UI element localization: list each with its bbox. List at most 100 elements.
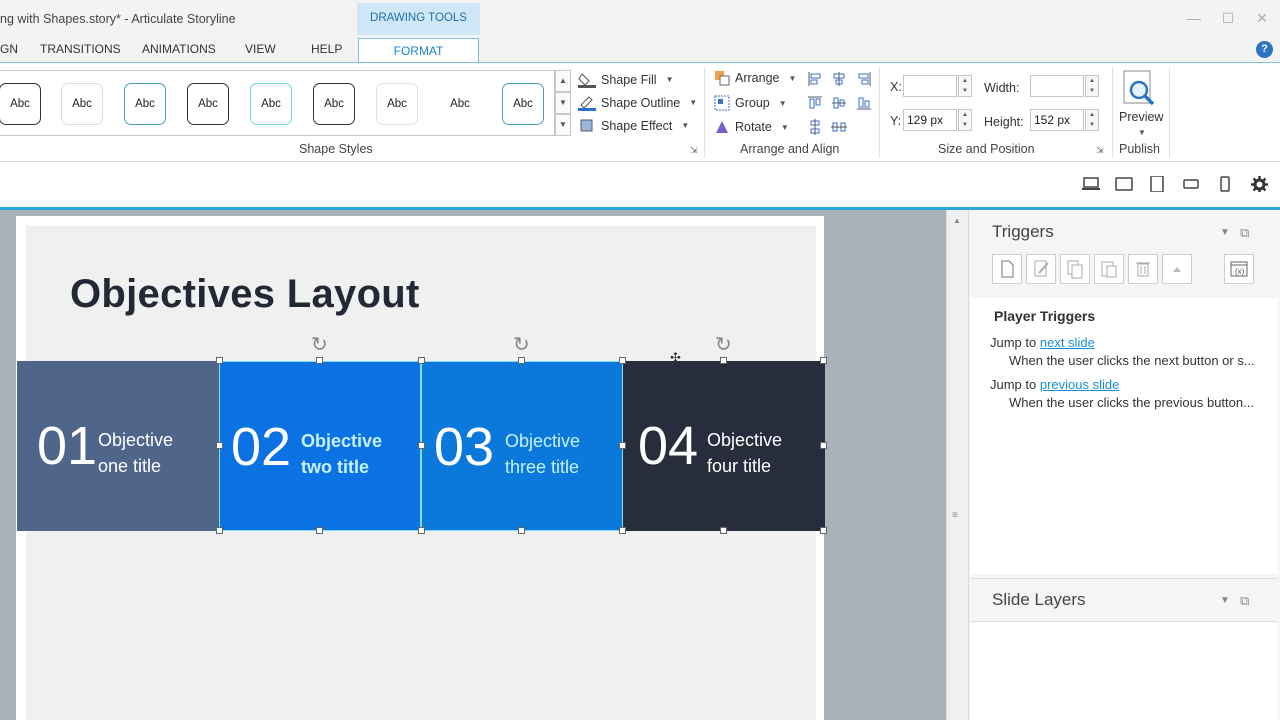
shape-style-swatch[interactable]: Abc (61, 83, 103, 125)
shape-style-swatch[interactable]: Abc (376, 83, 418, 125)
distribute-vertical-icon[interactable] (807, 119, 823, 135)
splitter-grip-icon[interactable]: ≡ (952, 510, 958, 521)
preview-magnifier-icon[interactable] (1122, 69, 1160, 109)
copy-trigger-button[interactable] (1060, 254, 1090, 284)
distribute-horizontal-icon[interactable] (831, 119, 847, 135)
tab-format[interactable]: FORMAT (358, 38, 479, 63)
gear-icon[interactable] (1251, 176, 1268, 192)
next-slide-link[interactable]: next slide (1040, 335, 1095, 350)
resize-handle[interactable] (619, 442, 626, 449)
close-button[interactable]: ✕ (1252, 10, 1272, 27)
help-icon[interactable]: ? (1256, 41, 1273, 58)
tab-design[interactable]: GN (0, 42, 18, 56)
resize-handle[interactable] (418, 357, 425, 364)
resize-handle[interactable] (518, 527, 525, 534)
objective-box-1[interactable]: 01 Objective one title (17, 361, 219, 531)
height-input[interactable]: 152 px (1030, 109, 1084, 131)
x-position-spinner[interactable]: ▲ ▼ (958, 75, 972, 97)
resize-handle[interactable] (216, 527, 223, 534)
shape-effect-button[interactable]: Shape Effect ▼ (578, 117, 689, 134)
align-top-icon[interactable] (807, 95, 823, 111)
resize-handle[interactable] (820, 442, 827, 449)
layers-collapse-icon[interactable]: ▼ (1220, 595, 1230, 606)
resize-handle[interactable] (619, 357, 626, 364)
height-spinner[interactable]: ▲ ▼ (1085, 109, 1099, 131)
width-spinner[interactable]: ▲ ▼ (1085, 75, 1099, 97)
shape-fill-button[interactable]: Shape Fill ▼ (578, 71, 674, 88)
tab-help[interactable]: HELP (311, 42, 342, 56)
resize-handle[interactable] (418, 527, 425, 534)
preview-button-label[interactable]: Preview (1119, 110, 1163, 124)
align-right-icon[interactable] (856, 71, 872, 87)
shape-styles-dialog-launcher-icon[interactable]: ⇲ (690, 145, 698, 156)
new-trigger-button[interactable] (992, 254, 1022, 284)
gallery-expand[interactable]: ▼ (555, 114, 571, 136)
desktop-view-icon[interactable] (1082, 176, 1100, 192)
previous-slide-link[interactable]: previous slide (1040, 377, 1120, 392)
x-position-input[interactable] (903, 75, 957, 97)
tab-animations[interactable]: ANIMATIONS (142, 42, 216, 56)
resize-handle[interactable] (216, 357, 223, 364)
objective-box-2[interactable]: 02 Objective two title (219, 361, 421, 531)
resize-handle[interactable] (720, 527, 727, 534)
phone-landscape-icon[interactable] (1183, 176, 1199, 192)
group-button[interactable]: Group ▼ (714, 95, 787, 111)
tab-transitions[interactable]: TRANSITIONS (40, 42, 121, 56)
resize-handle[interactable] (316, 357, 323, 364)
shape-style-swatch[interactable]: Abc (187, 83, 229, 125)
rotate-handle-icon[interactable]: ↻ (311, 332, 328, 357)
width-input[interactable] (1030, 75, 1084, 97)
resize-handle[interactable] (820, 527, 827, 534)
size-position-dialog-launcher-icon[interactable]: ⇲ (1096, 145, 1104, 156)
resize-handle[interactable] (216, 442, 223, 449)
arrange-button[interactable]: Arrange ▼ (714, 70, 796, 86)
tablet-portrait-icon[interactable] (1150, 176, 1164, 192)
delete-trigger-button[interactable] (1128, 254, 1158, 284)
preview-dropdown-icon[interactable]: ▼ (1138, 128, 1146, 137)
maximize-button[interactable]: ☐ (1218, 10, 1238, 27)
resize-handle[interactable] (518, 357, 525, 364)
phone-portrait-icon[interactable] (1220, 176, 1230, 192)
shape-style-swatch[interactable]: Abc (250, 83, 292, 125)
edit-trigger-button[interactable] (1026, 254, 1056, 284)
align-bottom-icon[interactable] (856, 95, 872, 111)
objective-box-3[interactable]: 03 Objective three title (421, 361, 623, 531)
resize-handle[interactable] (316, 527, 323, 534)
align-middle-icon[interactable] (831, 95, 847, 111)
y-position-input[interactable]: 129 px (903, 109, 957, 131)
slide-title[interactable]: Objectives Layout (70, 272, 420, 317)
y-position-spinner[interactable]: ▲ ▼ (958, 109, 972, 131)
resize-handle[interactable] (619, 527, 626, 534)
canvas-vertical-scrollbar[interactable]: ▲ ≡ (946, 210, 968, 720)
triggers-popout-icon[interactable]: ⧉ (1240, 225, 1249, 241)
rotate-handle-icon[interactable]: ↻ (513, 332, 530, 357)
ribbon-separator (1112, 68, 1113, 158)
align-center-icon[interactable] (831, 71, 847, 87)
rotate-handle-icon[interactable]: ↻ (715, 332, 732, 357)
shape-style-swatch[interactable]: Abc (439, 83, 481, 125)
resize-handle[interactable] (820, 357, 827, 364)
tab-view[interactable]: VIEW (245, 42, 276, 56)
shape-outline-button[interactable]: Shape Outline ▼ (578, 94, 697, 111)
trigger-item-next[interactable]: Jump to next slide (990, 335, 1095, 350)
shape-style-swatch[interactable]: Abc (0, 83, 41, 125)
triggers-collapse-icon[interactable]: ▼ (1220, 227, 1230, 238)
align-left-icon[interactable] (807, 71, 823, 87)
paste-trigger-button[interactable] (1094, 254, 1124, 284)
rotate-button[interactable]: Rotate ▼ (714, 119, 789, 135)
gallery-scroll-up[interactable]: ▲ (555, 70, 571, 92)
resize-handle[interactable] (418, 442, 425, 449)
trigger-item-previous[interactable]: Jump to previous slide (990, 377, 1119, 392)
objective-box-4[interactable]: 04 Objective four title (623, 361, 825, 531)
scroll-up-icon[interactable]: ▲ (953, 216, 961, 225)
move-trigger-up-button[interactable] (1162, 254, 1192, 284)
resize-handle[interactable] (720, 357, 727, 364)
shape-style-swatch[interactable]: Abc (313, 83, 355, 125)
shape-style-swatch[interactable]: Abc (124, 83, 166, 125)
tablet-landscape-icon[interactable] (1115, 176, 1133, 192)
minimize-button[interactable]: ― (1184, 10, 1204, 26)
gallery-scroll-down[interactable]: ▼ (555, 92, 571, 114)
variables-button[interactable]: (x) (1224, 254, 1254, 284)
layers-popout-icon[interactable]: ⧉ (1240, 593, 1249, 609)
shape-style-swatch[interactable]: Abc (502, 83, 544, 125)
